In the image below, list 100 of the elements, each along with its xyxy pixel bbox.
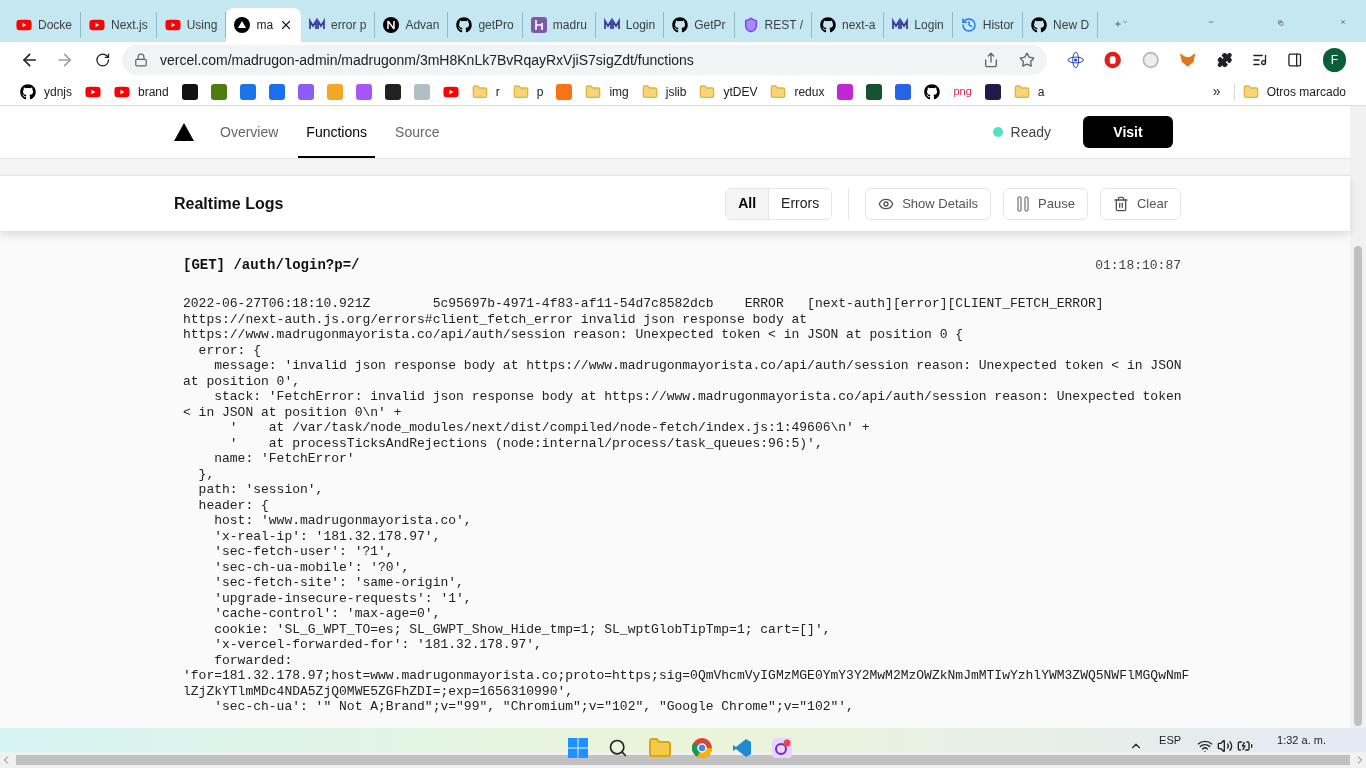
more-bookmarks[interactable]: » — [1212, 81, 1221, 102]
video-icon — [89, 17, 105, 33]
browser-tab[interactable]: madru — [522, 12, 596, 38]
cat-icon — [924, 83, 941, 100]
tab-title: New D — [1053, 17, 1090, 34]
extensions-icon[interactable] — [1216, 52, 1232, 68]
bookmark[interactable]: Otros marcado — [1233, 82, 1346, 101]
lock-icon — [134, 53, 149, 67]
code-editor-icon[interactable] — [732, 738, 752, 758]
circle-icon — [383, 17, 400, 33]
shield-icon — [742, 17, 759, 33]
bookmark[interactable]: png — [953, 83, 972, 100]
scrollbar[interactable] — [1350, 106, 1366, 728]
cat-icon — [456, 17, 473, 33]
cat-icon — [672, 17, 689, 33]
log-output: 2022-06-27T06:18:10.921Z 5c95697b-4971-4f83-af11-54d7c8582dcb ERROR [next-auth][error][CLIENT_FETCH_ERROR] https://next-auth.js.org/errors#client_fetch_error invalid json response body at https://www.madrugonmayorista.co/api/auth/session reason: Unexpected token < in JSON at position 0 { error: { message: 'invalid json response body at https://www.madrugonmayorista.co/api/auth/session reason: Unexpected token < in JSON at position 0', stack: 'FetchError: invalid json response body at https://www.madrugonmayorista.co/api/auth/session reason: Unexpected token < in JSON at position 0\n' + ' at /var/task/node_modules/next/dist/compiled/node-fetch/index.js:1:49606\n' + ' at processTicksAndRejections (node:internal/process/task_queues:96:5)', name: 'FetchError' }, path: 'session', header: { host: 'www.madrugonmayorista.co', 'x-real-ip': '181.32.178.97', 'sec-fetch-user': '?1', 'sec-ch-ua-mobile': '?0', 'sec-fetch-site': 'same-origin', 'upgrade-insecure-requests': '1', 'cache-control': 'max-age=0', cookie: 'SL_G_WPT_TO=es; SL_GWPT_Show_Hide_tmp=1; SL_wptGlobTipTmp=1; cart=[]', 'x-vercel-forwarded-for': '181.32.178.97', forwarded: 'for=181.32.178.97;host=www.madrugonmayorista.co;proto=https;sig=0QmVhcmVyIGMzMGE0YmY3Y2MwM2MzOWZkNmJmMTIwYzhlYWM3ZWQ5NWFlMGQwNmF lZjZkYTlmMDc4NDA5ZjQ0MWE5ZGFhZDI=;exp=1656310990', 'sec-ch-ua': '" Not A;Brand";v="99", "Chromium";v="102", "Google Chrome";v="102"', — [183, 296, 1190, 715]
tab-title: Login — [625, 17, 656, 34]
tab-title: GetPr — [694, 17, 726, 34]
bookmark[interactable]: ydnjs — [20, 82, 72, 101]
cat-icon — [20, 83, 36, 100]
browser-tab[interactable]: Docke — [8, 12, 81, 38]
cat-icon — [1031, 17, 1048, 33]
reload-icon[interactable] — [94, 52, 111, 68]
tab-title: Histor — [982, 17, 1015, 34]
bookmark[interactable]: ytDEV — [699, 82, 758, 101]
video-icon — [164, 17, 181, 33]
bookmark[interactable]: brand — [114, 82, 169, 101]
browser-tab[interactable]: GetPr — [664, 12, 735, 38]
tab-title: Using — [186, 17, 218, 34]
folder-icon — [641, 83, 658, 100]
tab-title: next-a — [842, 17, 876, 34]
folder-icon — [471, 83, 488, 100]
nav-tab[interactable]: Source — [387, 106, 448, 158]
toolbar-button[interactable]: Show Details — [865, 187, 992, 220]
tab-title: Next.js — [111, 17, 148, 34]
tab-title: madru — [552, 17, 587, 34]
video-icon — [16, 17, 32, 33]
tab-title: Login — [914, 17, 944, 34]
bookmark[interactable]: r — [471, 82, 500, 101]
tab-title: error p — [331, 17, 367, 34]
atom-icon[interactable] — [1067, 51, 1085, 69]
profile-avatar[interactable]: F — [1322, 48, 1346, 72]
toolbar-button[interactable]: Pause — [1003, 187, 1088, 220]
tab-title: Advan — [405, 17, 440, 34]
nav-tab[interactable]: Overview — [212, 106, 287, 158]
stop-icon[interactable] — [1104, 51, 1122, 69]
browser-tab[interactable]: error p — [301, 12, 376, 38]
browser-tab[interactable]: Login — [595, 12, 665, 38]
history-icon — [960, 17, 977, 33]
request-line: [GET] /auth/login?p=/ — [183, 256, 360, 275]
share-icon[interactable] — [983, 52, 1000, 68]
star-icon[interactable] — [1019, 52, 1036, 68]
visit-button[interactable]: Visit — [1083, 116, 1173, 148]
battery-icon[interactable] — [1237, 738, 1254, 754]
fox-icon[interactable] — [1179, 51, 1197, 69]
folder-icon — [1013, 83, 1030, 100]
browser-tab[interactable]: getPro — [448, 12, 523, 38]
logo-triangle[interactable] — [174, 123, 194, 141]
bookmark[interactable]: jslib — [641, 82, 687, 101]
clock[interactable]: 1:32 a. m. — [1277, 731, 1326, 749]
browser-tab[interactable]: New D — [1023, 12, 1099, 38]
status-label: Ready — [1010, 122, 1051, 142]
address-bar[interactable]: vercel.com/madrugon-admin/madrugonm/3mH8KnLk7BvRqayRxVjiS7sigZdt/functions — [122, 45, 1048, 75]
folder-icon — [512, 83, 529, 100]
folder-icon — [1242, 83, 1259, 100]
bookmark[interactable]: p — [512, 82, 544, 101]
filter-tab[interactable]: All — [726, 188, 770, 219]
start-icon[interactable] — [568, 738, 588, 758]
folder-icon — [585, 83, 602, 100]
browser-tab[interactable]: Next.js — [81, 12, 157, 38]
toolbar-button[interactable]: Clear — [1099, 187, 1181, 220]
bookmark[interactable]: a — [1013, 82, 1045, 101]
folder-icon — [699, 83, 716, 100]
browser-tab[interactable]: Login — [884, 12, 953, 38]
bookmark[interactable]: redux — [770, 82, 825, 101]
wifi-icon[interactable] — [1197, 738, 1214, 754]
browser-tab[interactable]: Histor — [952, 12, 1024, 38]
media-icon[interactable] — [1251, 52, 1268, 68]
pause-icon — [1016, 195, 1031, 212]
language-indicator[interactable]: ESP — [1159, 731, 1182, 749]
url-text: vercel.com/madrugon-admin/madrugonm/3mH8KnLk7BvRqayRxVjiS7sigZdt/functions — [160, 50, 694, 70]
log-time: 01:18:10:87 — [1095, 256, 1181, 275]
section-title: Realtime Logs — [174, 193, 284, 214]
side-panel-icon[interactable] — [1287, 52, 1303, 68]
browser-tab[interactable]: Advan — [375, 12, 449, 38]
browser-tab[interactable]: ma — [226, 8, 302, 42]
volume-icon[interactable] — [1217, 738, 1234, 754]
tab-title: getPro — [478, 17, 514, 34]
tab-title: ma — [256, 17, 274, 34]
trash-icon — [1112, 195, 1129, 212]
bookmark[interactable]: img — [585, 82, 629, 101]
folder-icon — [770, 83, 787, 100]
square-icon — [530, 17, 547, 33]
tab-title: Docke — [38, 17, 72, 34]
browser-tab[interactable]: next-a — [812, 12, 885, 38]
app-icon[interactable] — [772, 738, 792, 758]
tab-title: REST / — [764, 17, 803, 34]
cat-icon — [820, 17, 836, 33]
browser-tab[interactable]: REST / — [734, 12, 812, 38]
search-icon[interactable] — [608, 738, 628, 758]
